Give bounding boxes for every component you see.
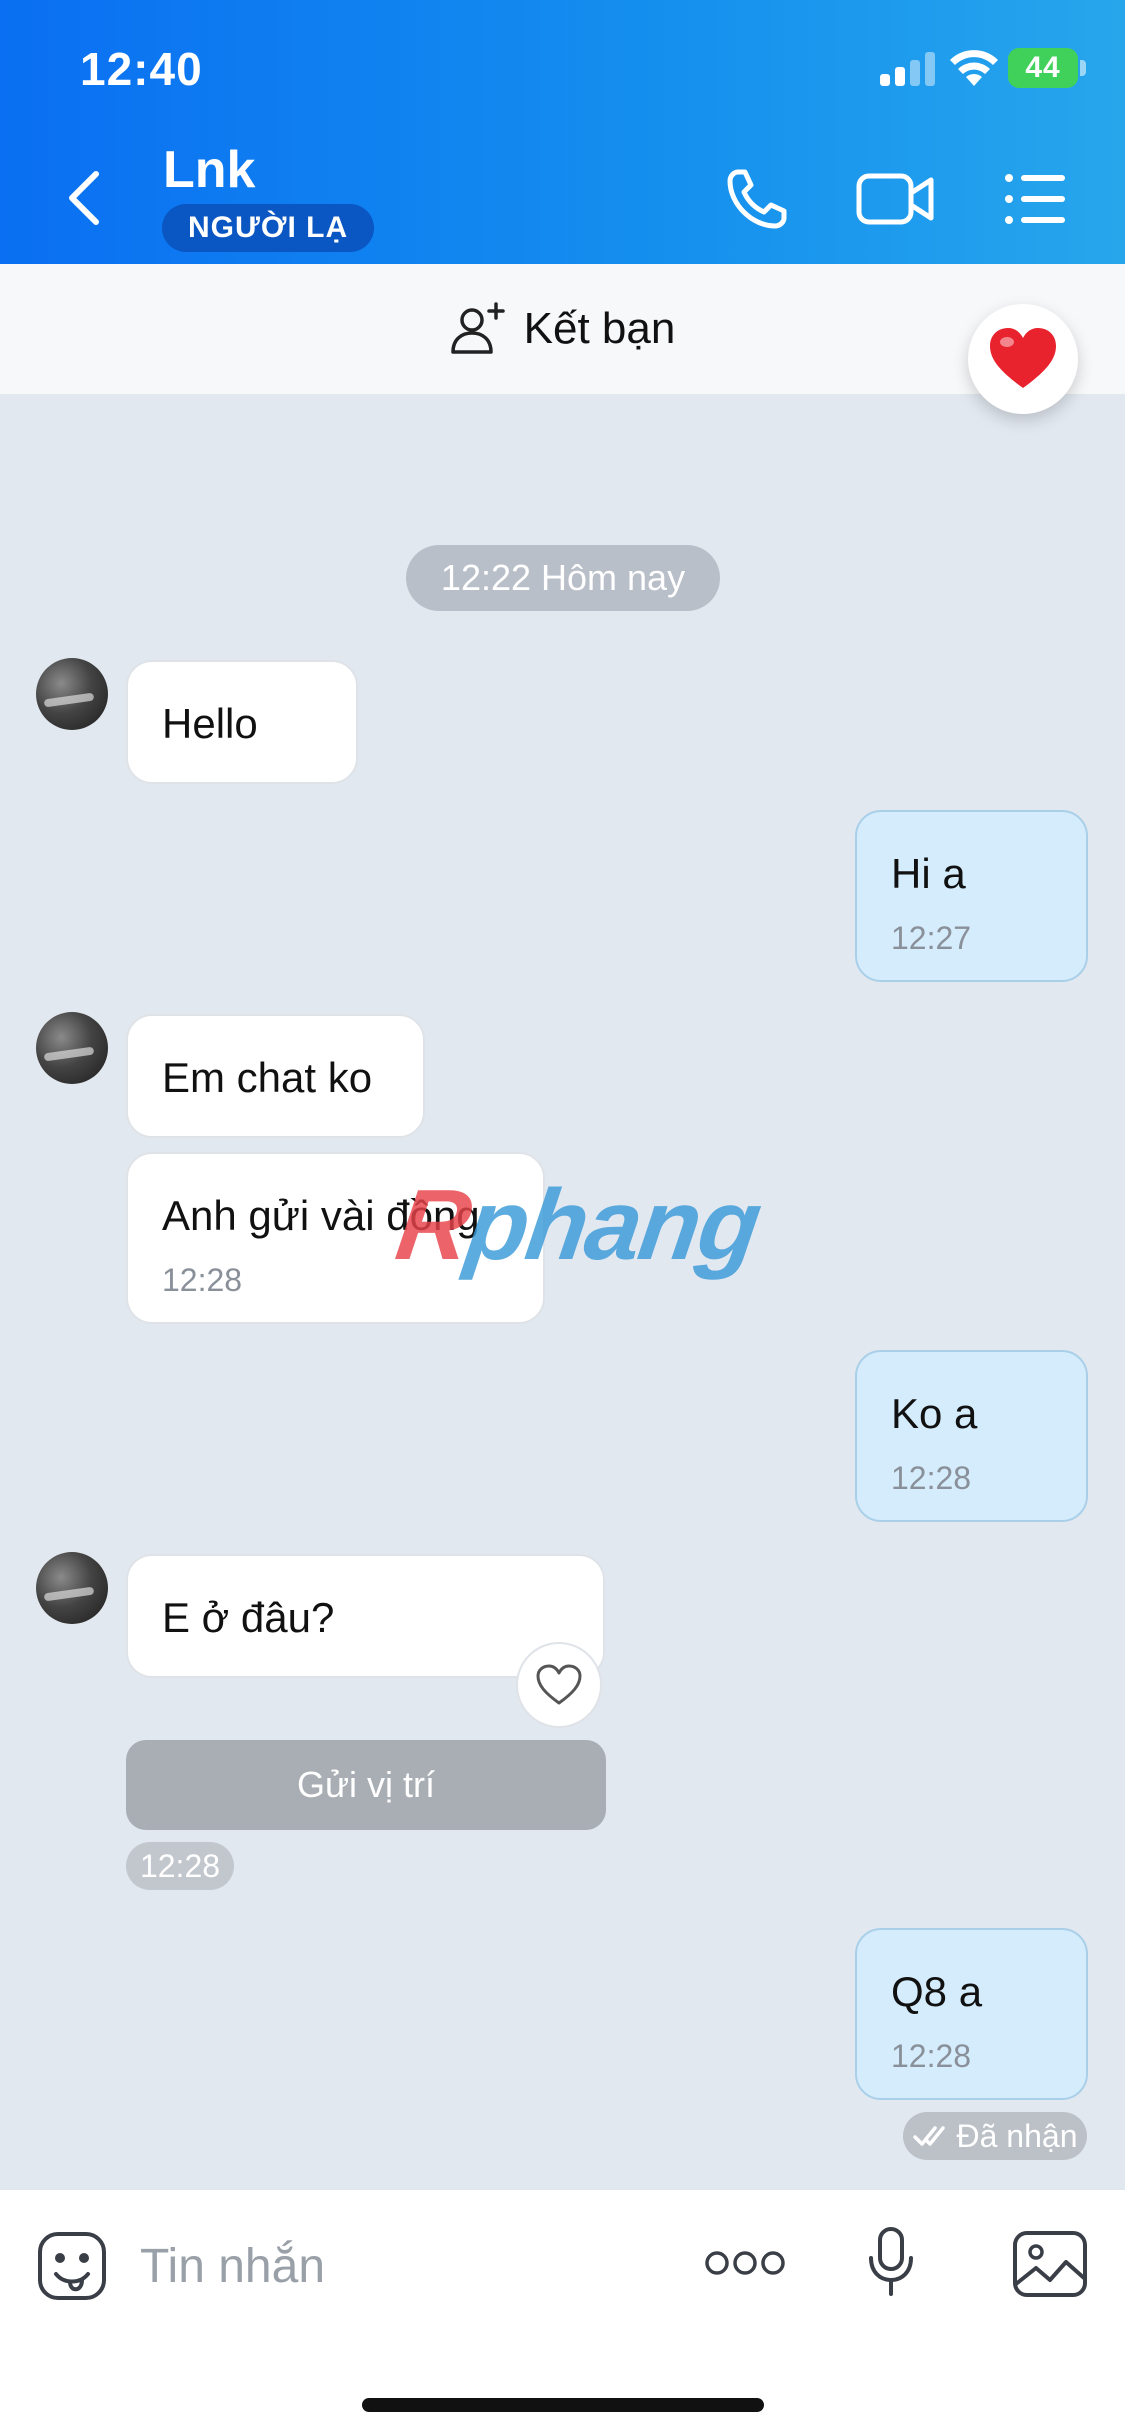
status-time: 12:40	[80, 43, 203, 95]
microphone-icon[interactable]	[866, 2226, 916, 2298]
message-text: Ko a	[891, 1390, 978, 1437]
video-call-icon[interactable]	[855, 166, 935, 232]
heart-outline-icon	[536, 1664, 582, 1705]
wifi-icon	[950, 50, 998, 86]
more-options-icon[interactable]	[704, 2246, 786, 2280]
message-input[interactable]	[140, 2226, 660, 2306]
avatar[interactable]	[36, 658, 108, 730]
battery-level: 44	[1025, 51, 1061, 84]
date-separator: 12:22 Hôm nay	[406, 545, 720, 611]
red-heart-icon	[990, 328, 1056, 388]
menu-list-icon[interactable]	[1003, 166, 1069, 232]
message-text: E ở đâu?	[162, 1594, 335, 1641]
received-label: Đã nhận	[956, 2117, 1078, 2154]
battery-icon: 44	[1008, 48, 1078, 88]
double-check-icon	[912, 2126, 945, 2146]
watermark-logo: Rphang	[390, 1169, 767, 1281]
message-text: Q8 a	[891, 1968, 983, 2015]
stranger-badge: NGƯỜI LẠ	[162, 204, 375, 252]
message-bubble-outgoing[interactable]: Q8 a 12:28	[855, 1928, 1088, 2100]
heart-reaction-button[interactable]	[968, 304, 1078, 414]
message-time: 12:28	[891, 2038, 972, 2074]
message-time: 12:28	[162, 1262, 243, 1298]
message-time: 12:27	[891, 920, 972, 956]
message-time: 12:28	[126, 1842, 234, 1890]
message-bubble-outgoing[interactable]: Hi a 12:27	[855, 810, 1088, 982]
image-gallery-icon[interactable]	[1012, 2230, 1088, 2298]
add-friend-label: Kết bạn	[523, 304, 676, 353]
contact-name[interactable]: Lnk	[163, 140, 255, 200]
avatar[interactable]	[36, 1552, 108, 1624]
react-heart-button[interactable]	[516, 1642, 602, 1728]
emoji-sticker-icon[interactable]	[36, 2230, 108, 2302]
add-friend-bar[interactable]: Kết bạn	[0, 264, 1125, 394]
add-friend-icon	[450, 302, 505, 354]
back-chevron-icon[interactable]	[62, 168, 108, 228]
message-bubble-incoming[interactable]: Hello	[126, 660, 358, 784]
avatar[interactable]	[36, 1012, 108, 1084]
add-friend-button[interactable]: Kết bạn	[450, 302, 676, 356]
received-status: Đã nhận	[903, 2112, 1087, 2160]
battery-tip	[1080, 60, 1086, 76]
message-bubble-outgoing[interactable]: Ko a 12:28	[855, 1350, 1088, 1522]
home-indicator	[362, 2398, 764, 2412]
send-location-button[interactable]: Gửi vị trí	[126, 1740, 606, 1830]
message-text: Hello	[162, 700, 258, 747]
message-time: 12:28	[891, 1460, 972, 1496]
chat-header: 12:40 44 Lnk NGƯỜI LẠ	[0, 0, 1125, 264]
phone-call-icon[interactable]	[724, 166, 790, 232]
message-text: Em chat ko	[162, 1054, 373, 1101]
message-text: Hi a	[891, 850, 966, 897]
signal-icon	[880, 52, 935, 86]
message-bubble-incoming[interactable]: Em chat ko	[126, 1014, 425, 1138]
